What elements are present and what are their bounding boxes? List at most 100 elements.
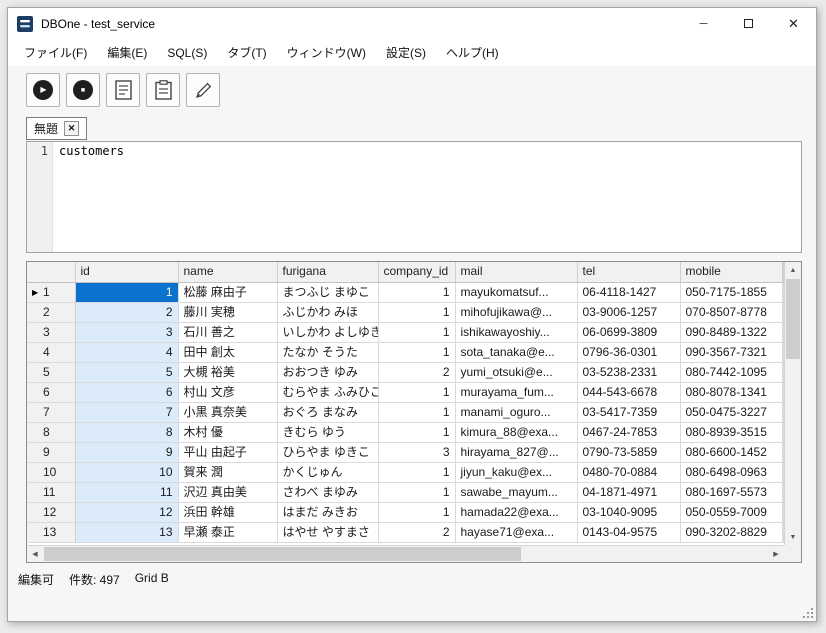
row-header[interactable]: 2: [27, 302, 75, 322]
cell-id[interactable]: 1: [75, 282, 178, 302]
cell-mail[interactable]: murayama_fum...: [455, 382, 577, 402]
cell-name[interactable]: 松藤 麻由子: [178, 282, 277, 302]
tab-untitled[interactable]: 無題 ✕: [26, 117, 87, 140]
cell-furigana[interactable]: ひらやま ゆきこ: [277, 442, 378, 462]
cell-mail[interactable]: mihofujikawa@...: [455, 302, 577, 322]
column-header-mobile[interactable]: mobile: [680, 262, 782, 282]
cell-company_id[interactable]: 1: [378, 422, 455, 442]
cell-mobile[interactable]: 080-8078-1341: [680, 382, 782, 402]
cell-name[interactable]: 村山 文彦: [178, 382, 277, 402]
cell-mobile[interactable]: 090-8489-1322: [680, 322, 782, 342]
cell-furigana[interactable]: かくじゅん: [277, 462, 378, 482]
menu-sql[interactable]: SQL(S): [157, 42, 217, 64]
menu-tab[interactable]: タブ(T): [217, 40, 276, 65]
cell-id[interactable]: 12: [75, 502, 178, 522]
cell-tel[interactable]: 0143-04-9575: [577, 522, 680, 542]
row-header[interactable]: 3: [27, 322, 75, 342]
cell-mobile[interactable]: 080-7442-1095: [680, 362, 782, 382]
horizontal-scroll-thumb[interactable]: [44, 547, 521, 561]
scroll-left-icon[interactable]: ◀: [27, 546, 43, 562]
scroll-down-icon[interactable]: ▼: [785, 529, 801, 545]
cell-company_id[interactable]: 2: [378, 362, 455, 382]
cell-tel[interactable]: 03-5417-7359: [577, 402, 680, 422]
cell-tel[interactable]: 06-0699-3809: [577, 322, 680, 342]
cell-furigana[interactable]: いしかわ よしゆき: [277, 322, 378, 342]
cell-furigana[interactable]: はやせ やすまさ: [277, 522, 378, 542]
cell-tel[interactable]: 03-1040-9095: [577, 502, 680, 522]
row-header[interactable]: 10: [27, 462, 75, 482]
row-header[interactable]: 5: [27, 362, 75, 382]
cell-company_id[interactable]: 1: [378, 462, 455, 482]
cell-mail[interactable]: hayase71@exa...: [455, 522, 577, 542]
row-header[interactable]: 11: [27, 482, 75, 502]
cell-name[interactable]: 沢辺 真由美: [178, 482, 277, 502]
tab-close-button[interactable]: ✕: [64, 121, 79, 136]
cell-mail[interactable]: jiyun_kaku@ex...: [455, 462, 577, 482]
cell-name[interactable]: 小黒 真奈美: [178, 402, 277, 422]
cell-tel[interactable]: 044-543-6678: [577, 382, 680, 402]
cell-mobile[interactable]: 050-0475-3227: [680, 402, 782, 422]
cell-mobile[interactable]: 080-8939-3515: [680, 422, 782, 442]
cell-mobile[interactable]: 090-3202-8829: [680, 522, 782, 542]
cell-mail[interactable]: kimura_88@exa...: [455, 422, 577, 442]
row-header[interactable]: 8: [27, 422, 75, 442]
cell-id[interactable]: 7: [75, 402, 178, 422]
cell-company_id[interactable]: 1: [378, 402, 455, 422]
cell-name[interactable]: 平山 由起子: [178, 442, 277, 462]
cell-furigana[interactable]: さわべ まゆみ: [277, 482, 378, 502]
scroll-right-icon[interactable]: ▶: [768, 546, 784, 562]
cell-company_id[interactable]: 1: [378, 302, 455, 322]
cell-furigana[interactable]: たなか そうた: [277, 342, 378, 362]
cell-name[interactable]: 大槻 裕美: [178, 362, 277, 382]
cell-id[interactable]: 3: [75, 322, 178, 342]
cell-id[interactable]: 4: [75, 342, 178, 362]
cell-company_id[interactable]: 1: [378, 342, 455, 362]
cell-furigana[interactable]: むらやま ふみひこ: [277, 382, 378, 402]
row-header[interactable]: 9: [27, 442, 75, 462]
run-button[interactable]: ▶: [26, 73, 60, 107]
cell-furigana[interactable]: ふじかわ みほ: [277, 302, 378, 322]
cell-mail[interactable]: sota_tanaka@e...: [455, 342, 577, 362]
sql-editor-input[interactable]: customers: [53, 142, 801, 252]
cell-mail[interactable]: mayukomatsuf...: [455, 282, 577, 302]
menu-window[interactable]: ウィンドウ(W): [277, 40, 376, 65]
row-header[interactable]: 12: [27, 502, 75, 522]
cell-tel[interactable]: 03-9006-1257: [577, 302, 680, 322]
grid-corner[interactable]: [27, 262, 75, 282]
cell-name[interactable]: 浜田 幹雄: [178, 502, 277, 522]
cell-tel[interactable]: 03-5238-2331: [577, 362, 680, 382]
close-button[interactable]: ✕: [771, 8, 816, 39]
cell-tel[interactable]: 0467-24-7853: [577, 422, 680, 442]
cell-name[interactable]: 田中 創太: [178, 342, 277, 362]
scroll-up-icon[interactable]: ▲: [785, 262, 801, 278]
cell-company_id[interactable]: 1: [378, 502, 455, 522]
cell-company_id[interactable]: 1: [378, 322, 455, 342]
cell-id[interactable]: 9: [75, 442, 178, 462]
column-header-mail[interactable]: mail: [455, 262, 577, 282]
cell-furigana[interactable]: おぐろ まなみ: [277, 402, 378, 422]
horizontal-scrollbar[interactable]: ◀ ▶: [27, 545, 784, 562]
cell-company_id[interactable]: 2: [378, 522, 455, 542]
cell-company_id[interactable]: 1: [378, 382, 455, 402]
menu-file[interactable]: ファイル(F): [14, 40, 97, 65]
cell-id[interactable]: 13: [75, 522, 178, 542]
vertical-scrollbar[interactable]: ▲ ▼: [784, 262, 801, 545]
cell-id[interactable]: 10: [75, 462, 178, 482]
cell-furigana[interactable]: まつふじ まゆこ: [277, 282, 378, 302]
cell-company_id[interactable]: 3: [378, 442, 455, 462]
menu-settings[interactable]: 設定(S): [376, 40, 436, 65]
cell-tel[interactable]: 0790-73-5859: [577, 442, 680, 462]
cell-mobile[interactable]: 090-3567-7321: [680, 342, 782, 362]
stop-button[interactable]: ■: [66, 73, 100, 107]
cell-name[interactable]: 石川 善之: [178, 322, 277, 342]
minimize-button[interactable]: ─: [681, 8, 726, 39]
cell-tel[interactable]: 04-1871-4971: [577, 482, 680, 502]
maximize-button[interactable]: [726, 8, 771, 39]
cell-mobile[interactable]: 050-0559-7009: [680, 502, 782, 522]
cell-mobile[interactable]: 080-6498-0963: [680, 462, 782, 482]
cell-mail[interactable]: hamada22@exa...: [455, 502, 577, 522]
row-header[interactable]: 6: [27, 382, 75, 402]
cell-id[interactable]: 8: [75, 422, 178, 442]
cell-name[interactable]: 早瀬 泰正: [178, 522, 277, 542]
cell-furigana[interactable]: はまだ みきお: [277, 502, 378, 522]
